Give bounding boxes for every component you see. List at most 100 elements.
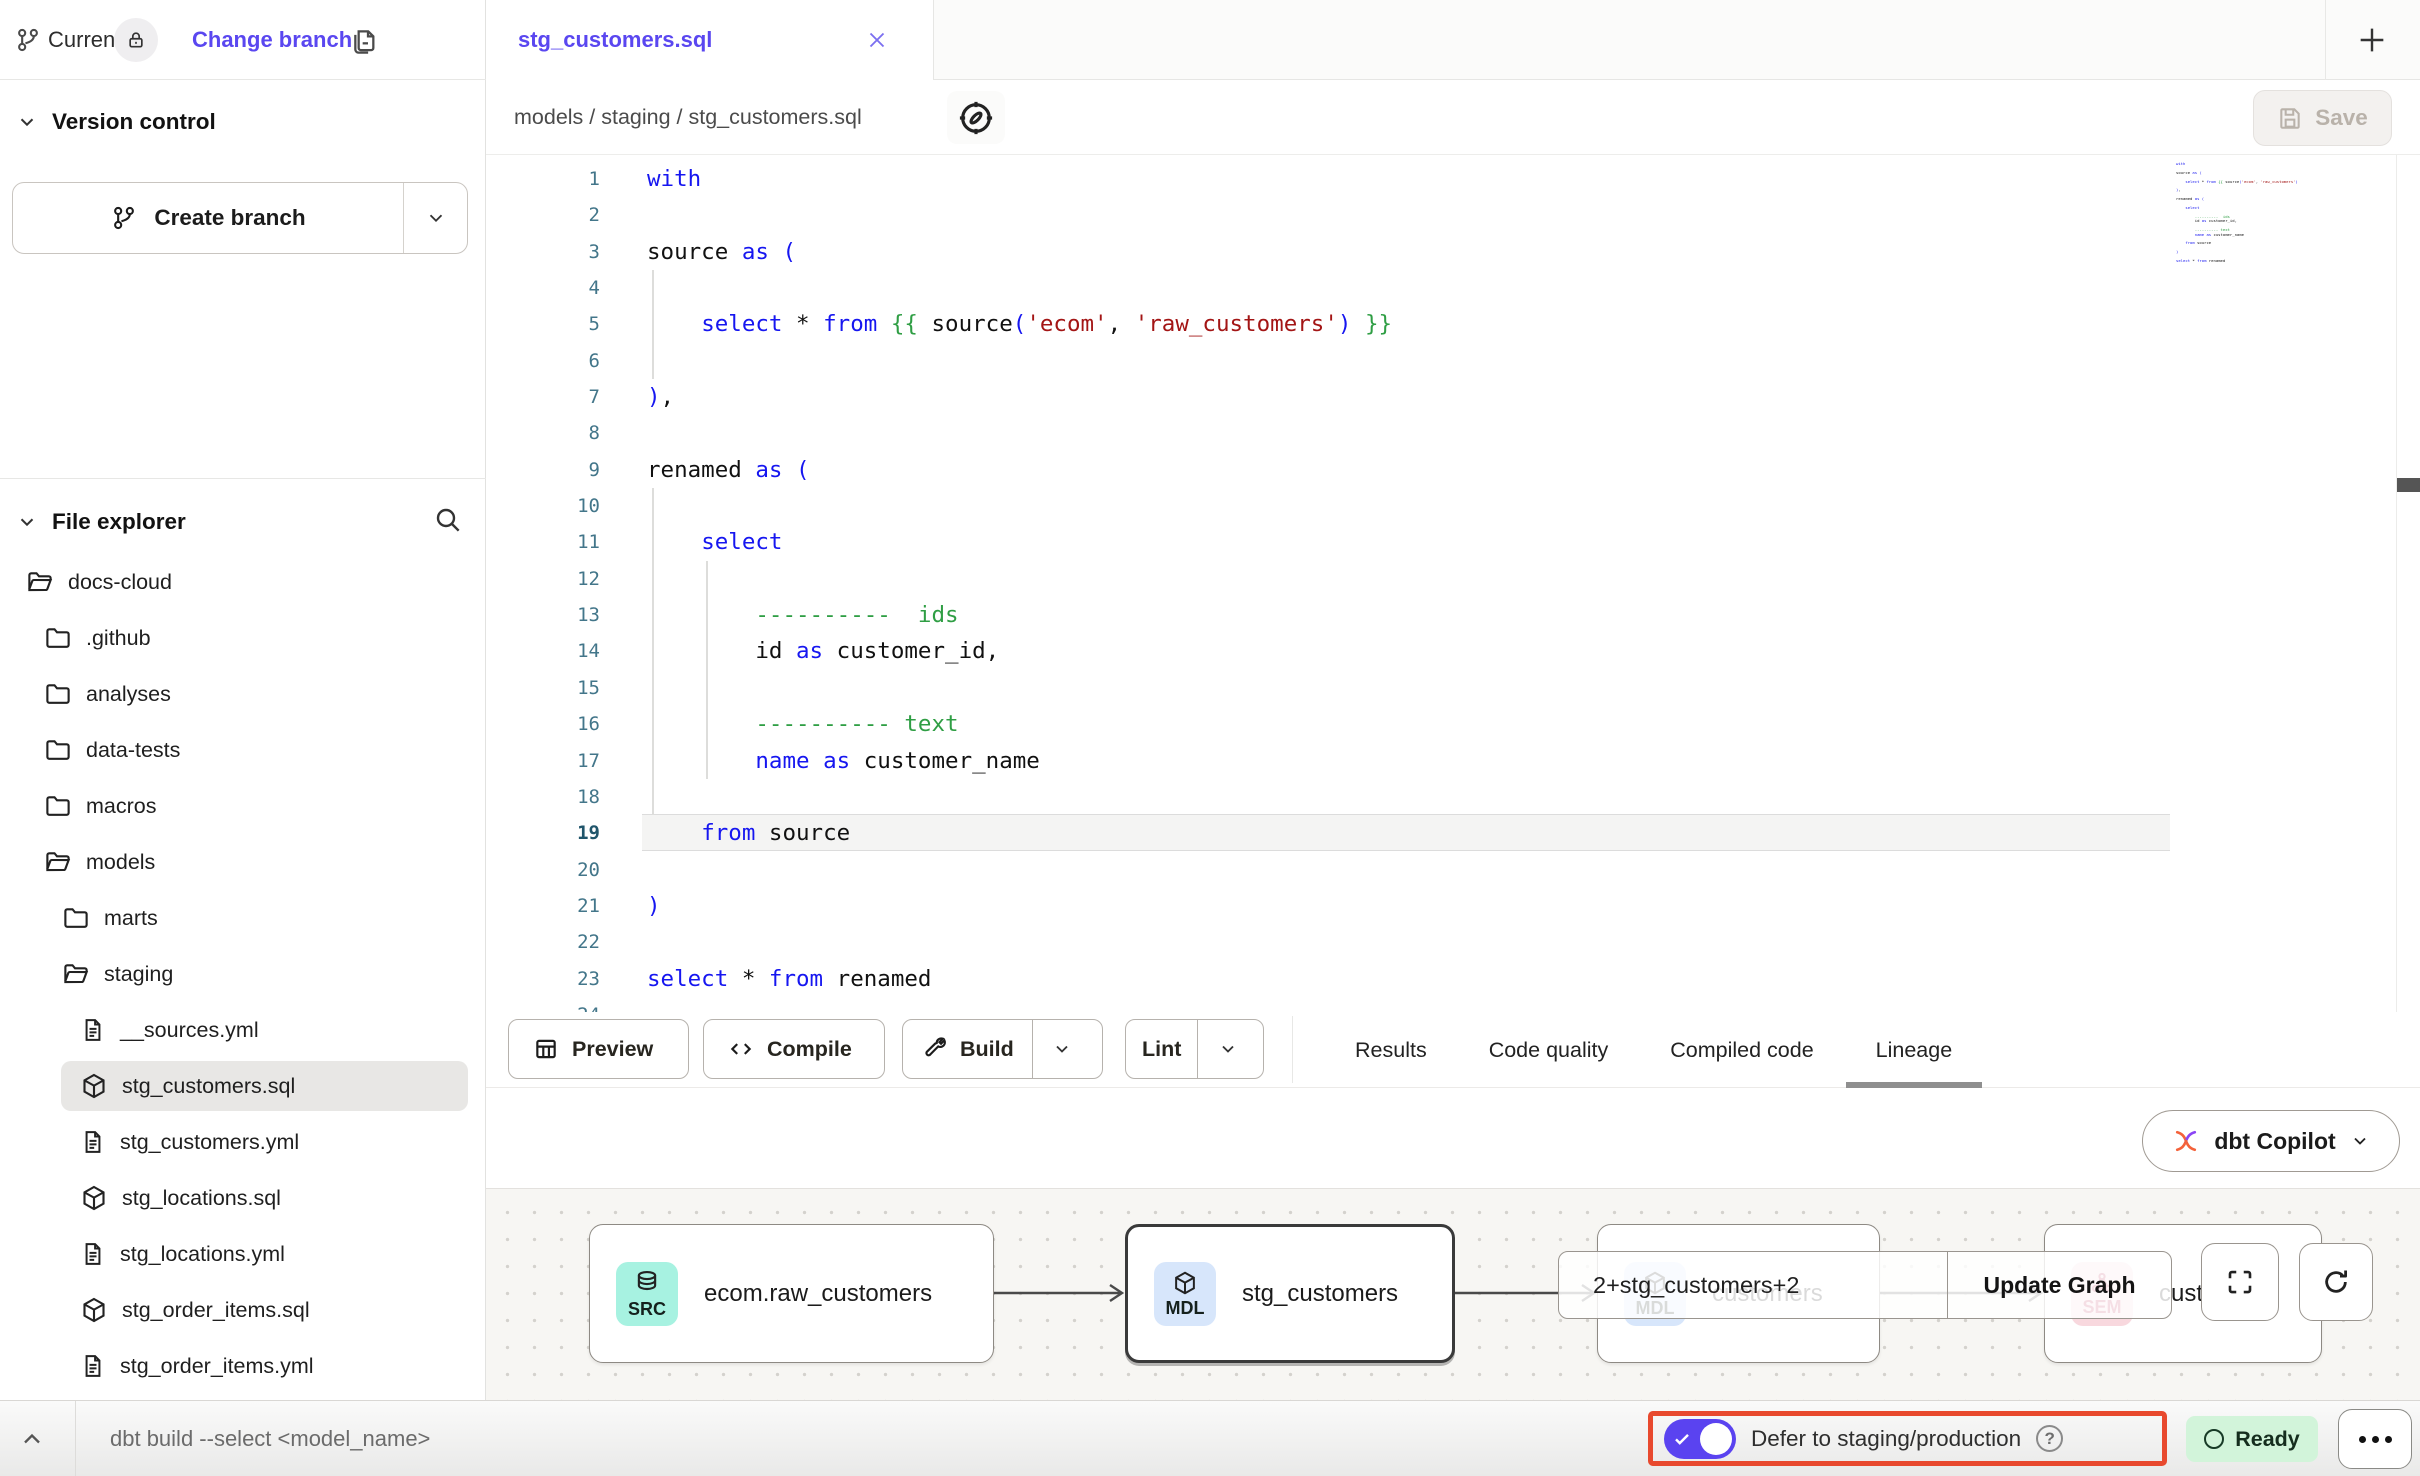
update-graph-button[interactable]: Update Graph <box>1947 1252 2171 1318</box>
lineage-node-ecom-raw-customers[interactable]: SRCecom.raw_customers <box>589 1224 994 1363</box>
status-ready-badge: Ready <box>2186 1416 2318 1462</box>
lint-button[interactable]: Lint <box>1125 1019 1264 1079</box>
command-placeholder[interactable]: dbt build --select <model_name> <box>110 1401 430 1476</box>
editor-tab-active[interactable]: stg_customers.sql <box>486 0 934 80</box>
code-line: ) <box>647 888 1392 924</box>
model-icon <box>79 1183 109 1213</box>
code-editor[interactable]: 123456789101112131415161718192021222324 … <box>486 155 2420 1012</box>
file-tree-item--github[interactable]: .github <box>0 610 486 666</box>
build-dropdown[interactable] <box>1032 1020 1092 1078</box>
code-line: select * from renamed <box>647 961 1392 997</box>
file-tree-item-stg-order-items-sql[interactable]: stg_order_items.sql <box>0 1282 486 1338</box>
build-button[interactable]: Build <box>902 1019 1103 1079</box>
refresh-button[interactable] <box>2299 1243 2373 1321</box>
editor-scrollbar-thumb[interactable] <box>2397 478 2420 492</box>
breadcrumb: models / staging / stg_customers.sql <box>514 80 862 155</box>
more-options-button[interactable] <box>2338 1409 2412 1469</box>
dbt-ide-app: Current Change branch Version control <box>0 0 2420 1476</box>
create-branch-button[interactable]: Create branch <box>12 182 468 254</box>
tab-results[interactable]: Results <box>1355 1012 1427 1088</box>
folder-icon <box>43 791 73 821</box>
editor-minimap[interactable]: with source as ( select * from {{ source… <box>2176 162 2298 263</box>
code-line: from source <box>647 815 1392 851</box>
annotation-highlight-box: Defer to staging/production ? <box>1648 1411 2167 1466</box>
file-tree-item-stg-customers-sql[interactable]: stg_customers.sql <box>0 1058 486 1114</box>
lineage-node-stg-customers[interactable]: MDLstg_customers <box>1125 1224 1455 1363</box>
status-bar: dbt build --select <model_name> Defer to… <box>0 1400 2420 1476</box>
compile-button[interactable]: Compile <box>703 1019 885 1079</box>
file-tree-item-analyses[interactable]: analyses <box>0 666 486 722</box>
wrench-icon <box>921 1036 947 1062</box>
line-number: 3 <box>486 234 600 270</box>
code-content[interactable]: with source as ( select * from {{ source… <box>647 161 1392 997</box>
file-tree-item-stg-locations-sql[interactable]: stg_locations.sql <box>0 1170 486 1226</box>
tab-code-quality[interactable]: Code quality <box>1489 1012 1609 1088</box>
file-icon <box>79 1240 107 1268</box>
code-line: renamed as ( <box>647 452 1392 488</box>
line-number: 16 <box>486 706 600 742</box>
src-badge: SRC <box>616 1262 678 1326</box>
dot-icon <box>2372 1436 2379 1443</box>
file-tree-item-marts[interactable]: marts <box>0 890 486 946</box>
fullscreen-icon <box>2225 1267 2255 1297</box>
current-branch-label: Current <box>48 0 121 80</box>
dot-icon <box>2385 1436 2392 1443</box>
file-tree-item-models[interactable]: models <box>0 834 486 890</box>
tree-item-label: macros <box>86 794 156 819</box>
lint-dropdown[interactable] <box>1197 1020 1257 1078</box>
tab-strip <box>934 0 2420 80</box>
close-tab-icon[interactable] <box>864 27 890 53</box>
code-line: id as customer_id, <box>647 633 1392 669</box>
create-branch-main[interactable]: Create branch <box>13 183 403 253</box>
version-control-header[interactable]: Version control <box>16 100 456 144</box>
help-icon[interactable]: ? <box>2036 1425 2063 1452</box>
code-line: with <box>647 161 1392 197</box>
save-button[interactable]: Save <box>2253 90 2392 146</box>
refresh-icon <box>2320 1266 2352 1298</box>
preview-button[interactable]: Preview <box>508 1019 689 1079</box>
file-tree-item--sources-yml[interactable]: __sources.yml <box>0 1002 486 1058</box>
file-tree-item-docs-cloud[interactable]: docs-cloud <box>0 554 486 610</box>
dot-icon <box>2359 1436 2366 1443</box>
copilot-row: dbt Copilot <box>486 1088 2420 1188</box>
copy-branch-icon[interactable] <box>348 24 380 56</box>
code-line <box>647 852 1392 888</box>
chevron-down-icon <box>16 511 38 533</box>
create-branch-dropdown[interactable] <box>403 183 467 253</box>
tree-item-label: stg_order_items.sql <box>122 1298 310 1323</box>
file-tree-item-macros[interactable]: macros <box>0 778 486 834</box>
git-branch-icon <box>14 26 42 54</box>
file-tree-item-stg-locations-yml[interactable]: stg_locations.yml <box>0 1226 486 1282</box>
defer-toggle[interactable] <box>1664 1419 1736 1459</box>
dbt-copilot-button[interactable]: dbt Copilot <box>2142 1110 2400 1172</box>
build-main[interactable]: Build <box>903 1020 1032 1078</box>
collapse-panel-button[interactable] <box>14 1425 50 1453</box>
lineage-selector-input[interactable]: 2+stg_customers+2 <box>1559 1252 1947 1318</box>
compass-icon <box>955 97 997 139</box>
code-line <box>647 270 1392 306</box>
file-tree-item-stg-customers-yml[interactable]: stg_customers.yml <box>0 1114 486 1170</box>
lint-main[interactable]: Lint <box>1126 1020 1197 1078</box>
file-tree-item-stg-order-items-yml[interactable]: stg_order_items.yml <box>0 1338 486 1394</box>
change-branch-link[interactable]: Change branch <box>192 0 352 80</box>
search-icon[interactable] <box>432 504 464 536</box>
tab-compiled-code[interactable]: Compiled code <box>1670 1012 1813 1088</box>
tab-lineage[interactable]: Lineage <box>1876 1012 1953 1088</box>
chevron-down-icon <box>425 207 447 229</box>
folder-icon <box>43 735 73 765</box>
fullscreen-button[interactable] <box>2201 1243 2279 1321</box>
copilot-compass-button[interactable] <box>947 91 1005 144</box>
preview-label: Preview <box>572 1037 653 1062</box>
tree-item-label: __sources.yml <box>120 1018 259 1043</box>
new-tab-button[interactable] <box>2352 20 2392 60</box>
file-tree-item-staging[interactable]: staging <box>0 946 486 1002</box>
tree-item-label: .github <box>86 626 151 651</box>
toolbar-divider <box>1292 1016 1293 1083</box>
folder-icon <box>61 903 91 933</box>
line-number-gutter: 123456789101112131415161718192021222324 <box>486 161 600 1012</box>
file-explorer-header[interactable]: File explorer <box>16 500 416 544</box>
folder-open-icon <box>61 959 91 989</box>
file-tree-item-data-tests[interactable]: data-tests <box>0 722 486 778</box>
lineage-canvas[interactable]: SRCecom.raw_customersMDLstg_customersMDL… <box>486 1188 2420 1400</box>
create-branch-label: Create branch <box>154 205 305 231</box>
